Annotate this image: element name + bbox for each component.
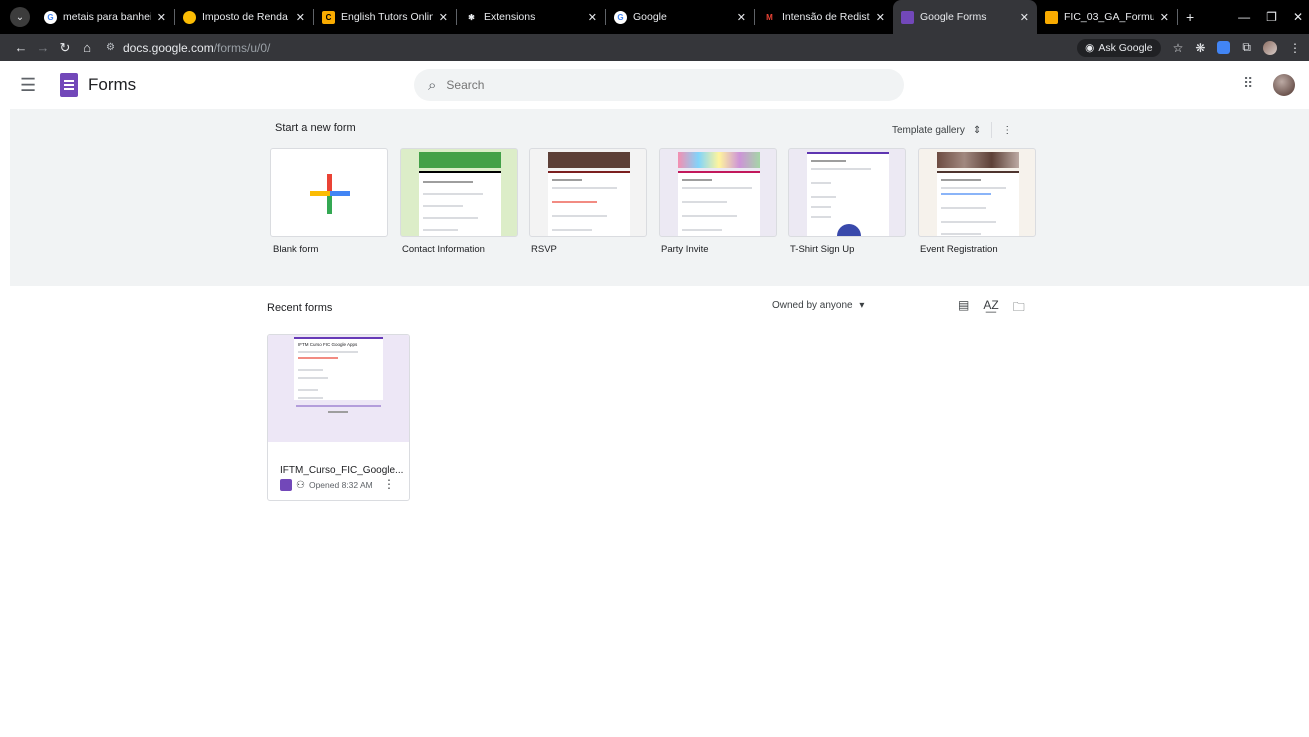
list-view-icon[interactable]: ▤ [958,298,969,319]
browser-tab-active[interactable]: Google Forms ✕ [893,0,1037,34]
folder-icon[interactable]: 🗀 [1013,298,1025,319]
template-gallery-toggle[interactable]: Template gallery ⇕ ⋮ [892,122,1012,138]
opened-time: Opened 8:32 AM [308,480,373,490]
restore-icon[interactable]: ❐ [1266,10,1277,24]
search-icon[interactable]: ⌕ [428,77,436,94]
sort-az-icon[interactable]: A͟Z [983,298,998,319]
browser-tab[interactable]: C English Tutors Online - C ✕ [314,0,456,34]
template-label: Event Registration [920,244,998,255]
forms-file-icon [280,479,292,491]
reload-icon[interactable]: ↻ [54,40,76,56]
slides-favicon-icon [1045,10,1058,24]
template-label: T-Shirt Sign Up [790,244,855,255]
close-tab-icon[interactable]: ✕ [296,11,305,24]
plus-icon [310,174,350,214]
browser-tab-strip: ⌄ G metais para banheiro inc ✕ Imposto d… [0,0,1309,34]
template-t-shirt-sign-up[interactable] [788,148,906,237]
template-contact-information[interactable] [400,148,518,237]
close-tab-icon[interactable]: ✕ [876,11,885,24]
ask-google-button[interactable]: ◉ Ask Google [1077,38,1161,57]
tab-search-chevron-icon[interactable]: ⌄ [10,7,30,27]
toolbar-actions: ◉ Ask Google ☆ ❋ ⧉ ⋮ [1077,38,1309,57]
browser-tab[interactable]: Imposto de Renda 2025 ✕ [175,0,313,34]
browser-tab[interactable]: G metais para banheiro inc ✕ [36,0,174,34]
favicon-icon [183,10,196,24]
form-title: IFTM_Curso_FIC_Google... [280,465,404,476]
template-rsvp[interactable] [529,148,647,237]
template-label: Contact Information [402,244,485,255]
browser-tab[interactable]: G Google ✕ [606,0,754,34]
extension-icon[interactable]: ❋ [1195,41,1205,55]
close-tab-icon[interactable]: ✕ [737,11,746,24]
form-meta: ⚇ Opened 8:32 AM [280,479,373,491]
shared-people-icon: ⚇ [296,479,305,491]
view-options: ▤ A͟Z 🗀 [958,298,1025,319]
app-title[interactable]: Forms [88,75,136,95]
recent-forms-heading: Recent forms [267,302,333,314]
extensions-puzzle-icon[interactable]: ⧉ [1242,40,1251,55]
form-thumbnail: IFTM Curso FIC Google Apps [268,335,409,442]
browser-menu-icon[interactable]: ⋮ [1289,41,1301,55]
bookmark-star-icon[interactable]: ☆ [1173,41,1184,55]
close-tab-icon[interactable]: ✕ [588,11,597,24]
template-label: RSVP [531,244,557,255]
browser-tab[interactable]: M Intensão de Redistribuiç ✕ [755,0,893,34]
template-section: Start a new form Template gallery ⇕ ⋮ Bl… [10,109,1309,286]
forward-icon[interactable]: → [32,40,54,55]
recent-form-card[interactable]: IFTM Curso FIC Google Apps IFTM_Curso_FI… [267,334,410,501]
template-event-registration[interactable] [918,148,1036,237]
puzzle-icon: ✱ [468,12,475,22]
forms-favicon-icon [901,10,914,24]
template-label: Party Invite [661,244,709,255]
dropdown-arrow-icon: ▾ [859,300,865,311]
site-info-icon[interactable]: ⚙ [106,42,115,53]
template-blank-form[interactable] [270,148,388,237]
google-favicon-icon: G [44,10,57,24]
forms-logo-icon[interactable] [60,73,78,97]
template-heading: Start a new form [275,122,356,134]
extension-icon[interactable] [1217,41,1231,54]
close-tab-icon[interactable]: ✕ [157,11,166,24]
close-tab-icon[interactable]: ✕ [439,11,448,24]
close-tab-icon[interactable]: ✕ [1160,11,1169,24]
google-apps-icon[interactable]: ⠿ [1243,76,1257,90]
google-favicon-icon: G [614,10,627,24]
template-label: Blank form [273,244,319,255]
back-icon[interactable]: ← [10,40,32,55]
new-tab-icon[interactable]: + [1186,9,1194,25]
search-input[interactable] [446,78,847,92]
gmail-icon: M [766,12,773,22]
profile-avatar[interactable] [1263,40,1277,55]
account-avatar[interactable] [1273,74,1295,96]
window-controls: — ❐ ✕ [1238,10,1309,24]
owner-filter-dropdown[interactable]: Owned by anyone ▾ [772,300,864,311]
home-icon[interactable]: ⌂ [76,40,98,55]
minimize-icon[interactable]: — [1238,10,1250,24]
unfold-icon: ⇕ [972,124,982,136]
browser-toolbar: ← → ↻ ⌂ ⚙ docs.google.com/forms/u/0/ ◉ As… [0,34,1309,61]
main-menu-icon[interactable]: ☰ [20,75,60,96]
more-options-icon[interactable]: ⋮ [383,477,395,491]
address-bar[interactable]: ⚙ docs.google.com/forms/u/0/ [106,37,270,59]
close-window-icon[interactable]: ✕ [1293,10,1303,24]
search-bar[interactable]: ⌕ [414,69,904,101]
favicon-icon: C [322,10,335,24]
browser-tab[interactable]: FIC_03_GA_Formularios ✕ [1037,0,1177,34]
template-party-invite[interactable] [659,148,777,237]
app-header: ☰ Forms ⌕ ⠿ [0,61,1309,109]
browser-tab[interactable]: ✱ Extensions ✕ [457,0,605,34]
close-tab-icon[interactable]: ✕ [1020,11,1029,24]
more-options-icon[interactable]: ⋮ [1002,125,1012,136]
lens-icon: ◉ [1085,41,1095,54]
